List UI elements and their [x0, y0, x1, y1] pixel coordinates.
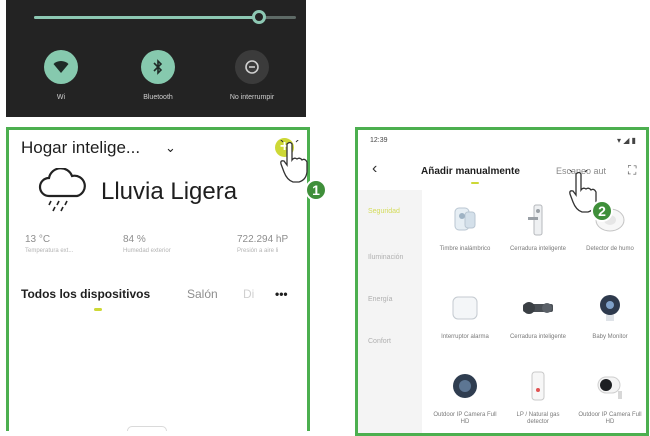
bluetooth-icon: [141, 50, 175, 84]
scan-qr-icon[interactable]: ⛶: [628, 163, 636, 178]
step-2-badge: 2: [591, 200, 613, 222]
active-tab-indicator: [94, 308, 102, 311]
sidebar-item-seguridad[interactable]: Seguridad: [368, 208, 400, 215]
title-underline: [471, 182, 479, 184]
do-not-disturb-tile[interactable]: No interrumpir: [207, 50, 297, 101]
tab-di[interactable]: Di: [243, 287, 254, 301]
sidebar-item-energia[interactable]: Energía: [368, 296, 393, 303]
device-door-lock[interactable]: Cerradura inteligente: [506, 290, 570, 341]
wifi-tile-label: Wi: [56, 94, 66, 101]
sidebar-item-iluminacion[interactable]: Iluminación: [368, 254, 403, 261]
bottom-home-indicator: [127, 426, 167, 431]
smart-home-screen: Hogar intelige... ⌄ + Lluvia Ligera 13 °…: [6, 127, 310, 431]
device-baby-monitor[interactable]: Baby Monitor: [578, 290, 642, 341]
smart-lock-icon: [520, 202, 556, 238]
device-doorbell[interactable]: Timbre inalámbrico: [433, 202, 497, 253]
device-outdoor-camera[interactable]: Outdoor IP Camera Full HD: [433, 368, 497, 426]
home-selector[interactable]: Hogar intelige...: [21, 138, 140, 158]
tab-all-devices[interactable]: Todos los dispositivos: [21, 287, 150, 301]
stat-temperature: 13 °C Temperatura ext...: [25, 234, 74, 254]
wifi-tile[interactable]: Wi: [16, 50, 106, 101]
brightness-slider[interactable]: [34, 10, 296, 24]
alarm-hub-icon: [447, 290, 483, 326]
outdoor-camera-icon: [447, 368, 483, 404]
bluetooth-tile[interactable]: Bluetooth: [113, 50, 203, 101]
sidebar-item-confort[interactable]: Confort: [368, 338, 391, 345]
brightness-slider-fill: [34, 16, 260, 19]
stat-pressure: 722.294 hP Presión a aire li: [237, 234, 289, 254]
category-sidebar: Seguridad Iluminación Energía Confort: [358, 190, 422, 433]
bluetooth-tile-label: Bluetooth: [143, 94, 173, 101]
wifi-icon: [44, 50, 78, 84]
room-tabs: Todos los dispositivos Salón Di •••: [21, 287, 307, 307]
door-lock-icon: [520, 290, 556, 326]
step-1-badge: 1: [305, 179, 327, 201]
stat-humidity: 84 % Humedad exterior: [123, 234, 171, 254]
weather-condition: Lluvia Ligera: [101, 178, 238, 205]
status-bar-icons: ▾ ◢ ▮: [616, 136, 636, 145]
chevron-down-icon[interactable]: ⌄: [165, 140, 176, 156]
device-ip-camera[interactable]: Outdoor IP Camera Full HD: [578, 368, 642, 426]
add-device-screen: 12:39 ▾ ◢ ▮ ‹ Añadir manualmente Escaneo…: [355, 127, 649, 436]
quick-settings-panel: Wi Bluetooth No interrumpir: [6, 0, 306, 117]
doorbell-icon: [447, 202, 483, 238]
status-bar-time: 12:39: [370, 137, 388, 144]
rain-cloud-icon: [37, 167, 87, 217]
tab-salon[interactable]: Salón: [187, 287, 218, 301]
more-tabs-button[interactable]: •••: [275, 287, 288, 301]
page-title: Añadir manualmente: [421, 166, 520, 177]
device-smart-lock[interactable]: Cerradura inteligente: [506, 202, 570, 253]
brightness-slider-thumb[interactable]: [252, 10, 267, 24]
do-not-disturb-icon: [235, 50, 269, 84]
gas-detector-icon: [520, 368, 556, 404]
do-not-disturb-tile-label: No interrumpir: [229, 94, 275, 101]
baby-monitor-icon: [592, 290, 628, 326]
device-alarm-hub[interactable]: Interruptor alarma: [433, 290, 497, 341]
ip-camera-icon: [592, 368, 628, 404]
back-arrow-icon[interactable]: ‹: [372, 160, 377, 178]
device-gas-detector[interactable]: LP / Natural gas detector: [506, 368, 570, 426]
